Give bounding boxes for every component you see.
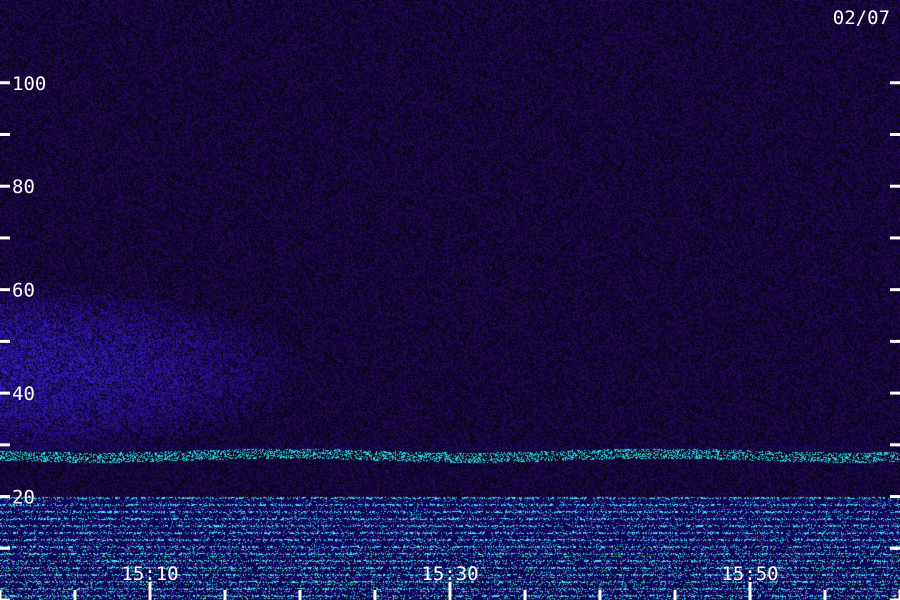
x-tick-label: 15:50 [721, 563, 778, 585]
y-axis-right [890, 81, 900, 600]
y-tick-label: 20 [12, 487, 35, 509]
y-tick-label: 60 [12, 280, 35, 302]
x-tick-label: 15:30 [421, 563, 478, 585]
date-label: 02/07 [833, 7, 890, 29]
y-tick-label: 100 [12, 73, 46, 95]
x-tick-label: 15:10 [121, 563, 178, 585]
y-tick-label: 40 [12, 383, 35, 405]
y-axis-left: 20 40 60 80 100 [0, 73, 46, 600]
y-tick-label: 80 [12, 176, 35, 198]
x-axis: 15:10 15:30 15:50 [0, 563, 900, 600]
spectrogram-axes: 20 40 60 80 100 15:10 15:30 15:50 02/07 [0, 7, 900, 600]
